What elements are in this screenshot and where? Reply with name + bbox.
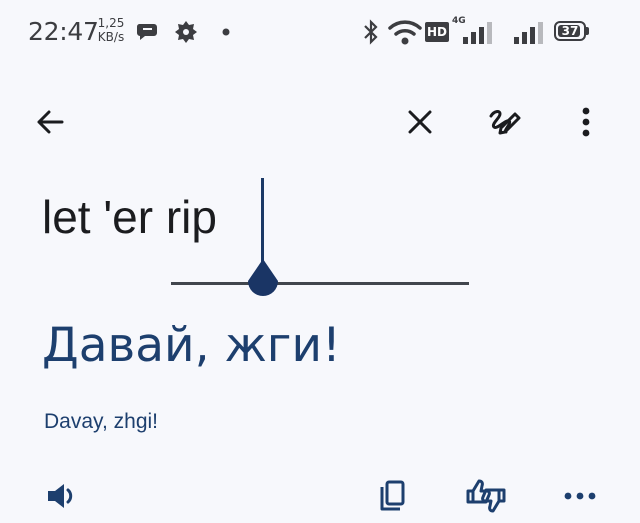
close-icon [408,110,432,134]
signal-strength-secondary-icon [514,22,543,44]
handwriting-icon [489,110,521,135]
more-vert-icon [582,107,590,137]
hd-voice-badge: HD [425,22,449,42]
network-speed-value: 1,25 [97,16,125,30]
more-options-button[interactable] [566,98,606,146]
network-speed-unit: KB/s [97,30,125,44]
transliteration-text: Davay, zhgi! [44,410,158,433]
bluetooth-icon [364,19,378,45]
wifi-icon [388,20,422,45]
text-cursor [261,178,264,266]
volume-icon [48,484,73,508]
input-underline [171,282,469,285]
chat-notification-icon [136,24,157,40]
battery-icon: 37 [554,21,586,41]
translation-text: Давай, жги! [42,318,341,373]
network-speed: 1,25 KB/s [94,16,128,44]
text-selection-handle[interactable] [244,259,282,305]
status-bar: 22:47 1,25 KB/s HD 4G 37 [0,0,640,62]
more-notifications-dot-icon [222,28,230,36]
signal-strength-icon [463,22,492,44]
status-time: 22:47 [28,17,99,46]
handwriting-button[interactable] [481,98,529,146]
copy-button[interactable] [368,472,416,520]
more-horiz-icon [564,492,596,500]
listen-button[interactable] [38,472,86,520]
copy-icon [380,480,405,511]
app-notification-icon [175,21,197,43]
source-text-input[interactable]: let 'er rip [42,190,217,244]
thumbs-feedback-icon [466,479,506,513]
rate-translation-button[interactable] [460,472,512,520]
clear-input-button[interactable] [396,98,444,146]
arrow-left-icon [37,110,64,134]
back-button[interactable] [26,98,74,146]
battery-level: 37 [561,24,579,38]
more-actions-button[interactable] [556,472,604,520]
